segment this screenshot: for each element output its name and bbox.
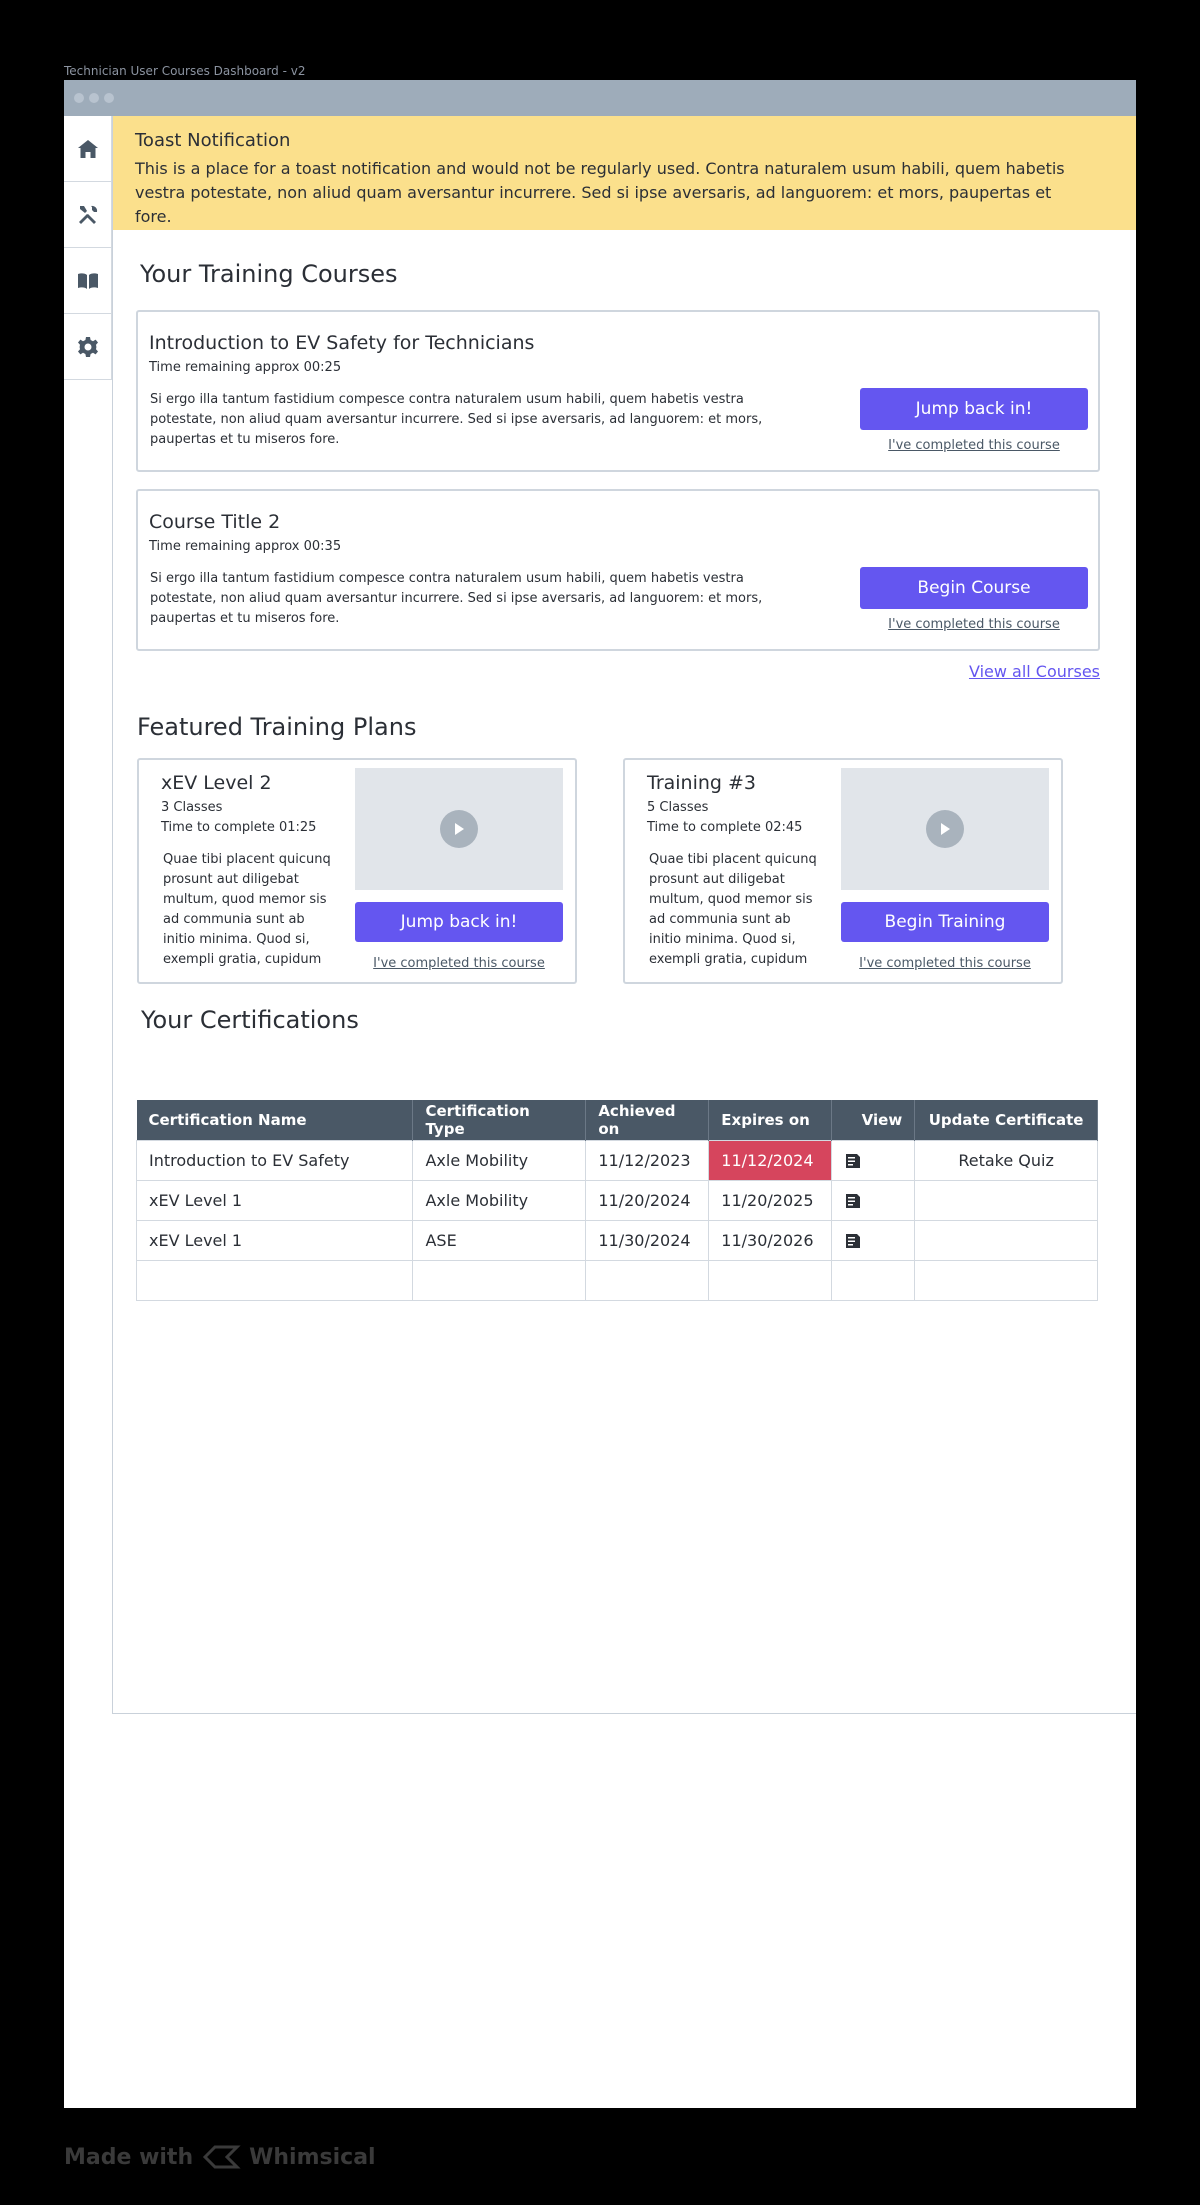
retake-quiz-link[interactable]: Retake Quiz — [914, 1139, 1098, 1181]
featured-plans-heading: Featured Training Plans — [137, 713, 417, 741]
begin-course-button[interactable]: Begin Course — [860, 567, 1088, 609]
window-titlebar — [64, 80, 1136, 116]
jump-back-in-button[interactable]: Jump back in! — [355, 902, 563, 942]
plan-classes: 3 Classes — [161, 800, 223, 815]
cert-expires: 11/30/2026 — [708, 1219, 833, 1261]
plan-title: Training #3 — [647, 772, 757, 794]
column-header: Achieved on — [585, 1100, 710, 1140]
window-dot — [104, 93, 114, 103]
completed-course-link[interactable]: I've completed this course — [888, 617, 1060, 632]
plan-title: xEV Level 2 — [161, 772, 272, 794]
course-time-remaining: Time remaining approx 00:35 — [149, 539, 342, 554]
main-content: Toast Notification This is a place for a… — [112, 116, 1136, 1714]
whimsical-logo-icon — [203, 2145, 241, 2169]
sidebar-item-settings[interactable] — [64, 314, 112, 380]
column-header: Update Certificate — [914, 1100, 1098, 1140]
jump-back-in-button[interactable]: Jump back in! — [860, 388, 1088, 430]
plan-description: Quae tibi placent quicunq prosunt aut di… — [649, 852, 817, 967]
table-row: Introduction to EV Safety Axle Mobility … — [135, 1139, 1098, 1181]
plan-time: Time to complete 01:25 — [161, 820, 317, 835]
sidebar-item-home[interactable] — [64, 116, 112, 182]
cert-name: xEV Level 1 — [135, 1179, 414, 1221]
window-dot — [74, 93, 84, 103]
cert-name: Introduction to EV Safety — [135, 1139, 414, 1181]
view-all-courses-link[interactable]: View all Courses — [969, 662, 1100, 681]
cert-achieved: 11/20/2024 — [585, 1179, 710, 1221]
cert-expires-expired: 11/12/2024 — [708, 1139, 833, 1181]
gear-icon — [77, 336, 98, 357]
home-icon — [77, 139, 98, 158]
cert-name: xEV Level 1 — [135, 1219, 414, 1261]
training-plan-card: xEV Level 2 3 Classes Time to complete 0… — [137, 758, 577, 984]
course-title: Course Title 2 — [149, 511, 281, 533]
play-icon[interactable] — [926, 810, 964, 848]
cert-type: Axle Mobility — [412, 1139, 587, 1181]
completed-course-link[interactable]: I've completed this course — [373, 956, 545, 971]
video-thumbnail[interactable] — [841, 768, 1049, 890]
cert-expires: 11/20/2025 — [708, 1179, 833, 1221]
cert-type: Axle Mobility — [412, 1179, 587, 1221]
toast-title: Toast Notification — [135, 130, 291, 151]
document-icon[interactable] — [844, 1192, 862, 1210]
course-card: Introduction to EV Safety for Technician… — [136, 310, 1100, 472]
document-icon[interactable] — [844, 1152, 862, 1170]
cert-update — [914, 1219, 1098, 1261]
sidebar-item-tools[interactable] — [64, 182, 112, 248]
certifications-heading: Your Certifications — [141, 1006, 359, 1034]
document-icon[interactable] — [844, 1232, 862, 1250]
table-row-empty — [135, 1259, 1098, 1301]
cert-update — [914, 1259, 1098, 1301]
table-header-row: Certification Name Certification Type Ac… — [136, 1100, 1098, 1140]
cert-view[interactable] — [831, 1179, 916, 1221]
made-with-label: Made with — [64, 2144, 194, 2170]
course-card: Course Title 2 Time remaining approx 00:… — [136, 489, 1100, 651]
tools-icon — [78, 205, 97, 224]
play-icon[interactable] — [440, 810, 478, 848]
book-icon — [77, 272, 98, 289]
column-header: Expires on — [708, 1100, 833, 1140]
cert-achieved: 11/12/2023 — [585, 1139, 710, 1181]
cert-view[interactable] — [831, 1219, 916, 1261]
frame-label: Technician User Courses Dashboard - v2 — [64, 64, 306, 78]
table-row: xEV Level 1 Axle Mobility 11/20/2024 11/… — [135, 1179, 1098, 1221]
cert-update — [914, 1179, 1098, 1221]
plan-classes: 5 Classes — [647, 800, 709, 815]
toast-message: This is a place for a toast notification… — [135, 159, 1065, 226]
sidebar — [64, 116, 112, 380]
course-description: Si ergo illa tantum fastidium compesce c… — [150, 571, 763, 626]
column-header: Certification Type — [412, 1100, 587, 1140]
plan-time: Time to complete 02:45 — [647, 820, 803, 835]
training-plan-card: Training #3 5 Classes Time to complete 0… — [623, 758, 1063, 984]
table-row: xEV Level 1 ASE 11/30/2024 11/30/2026 — [135, 1219, 1098, 1261]
course-time-remaining: Time remaining approx 00:25 — [149, 360, 342, 375]
course-title: Introduction to EV Safety for Technician… — [149, 332, 535, 354]
cert-view[interactable] — [831, 1139, 916, 1181]
window-dot — [89, 93, 99, 103]
whimsical-brand: Whimsical — [249, 2144, 376, 2170]
completed-course-link[interactable]: I've completed this course — [859, 956, 1031, 971]
sidebar-item-courses[interactable] — [64, 248, 112, 314]
cert-expires — [708, 1259, 833, 1301]
completed-course-link[interactable]: I've completed this course — [888, 438, 1060, 453]
cert-name — [135, 1259, 414, 1301]
course-description: Si ergo illa tantum fastidium compesce c… — [150, 392, 763, 447]
column-header: Certification Name — [136, 1100, 414, 1140]
video-thumbnail[interactable] — [355, 768, 563, 890]
training-courses-heading: Your Training Courses — [140, 260, 398, 288]
cert-view — [831, 1259, 916, 1301]
made-with-whimsical-badge[interactable]: Made with Whimsical — [64, 2142, 376, 2172]
plan-description: Quae tibi placent quicunq prosunt aut di… — [163, 852, 331, 967]
certifications-table: Certification Name Certification Type Ac… — [135, 1100, 1098, 1301]
cert-achieved: 11/30/2024 — [585, 1219, 710, 1261]
begin-training-button[interactable]: Begin Training — [841, 902, 1049, 942]
column-header: View — [831, 1100, 916, 1140]
cert-type: ASE — [412, 1219, 587, 1261]
app-window: Toast Notification This is a place for a… — [64, 80, 1136, 2108]
toast-notification: Toast Notification This is a place for a… — [113, 116, 1136, 230]
cert-type — [412, 1259, 587, 1301]
cert-achieved — [585, 1259, 710, 1301]
